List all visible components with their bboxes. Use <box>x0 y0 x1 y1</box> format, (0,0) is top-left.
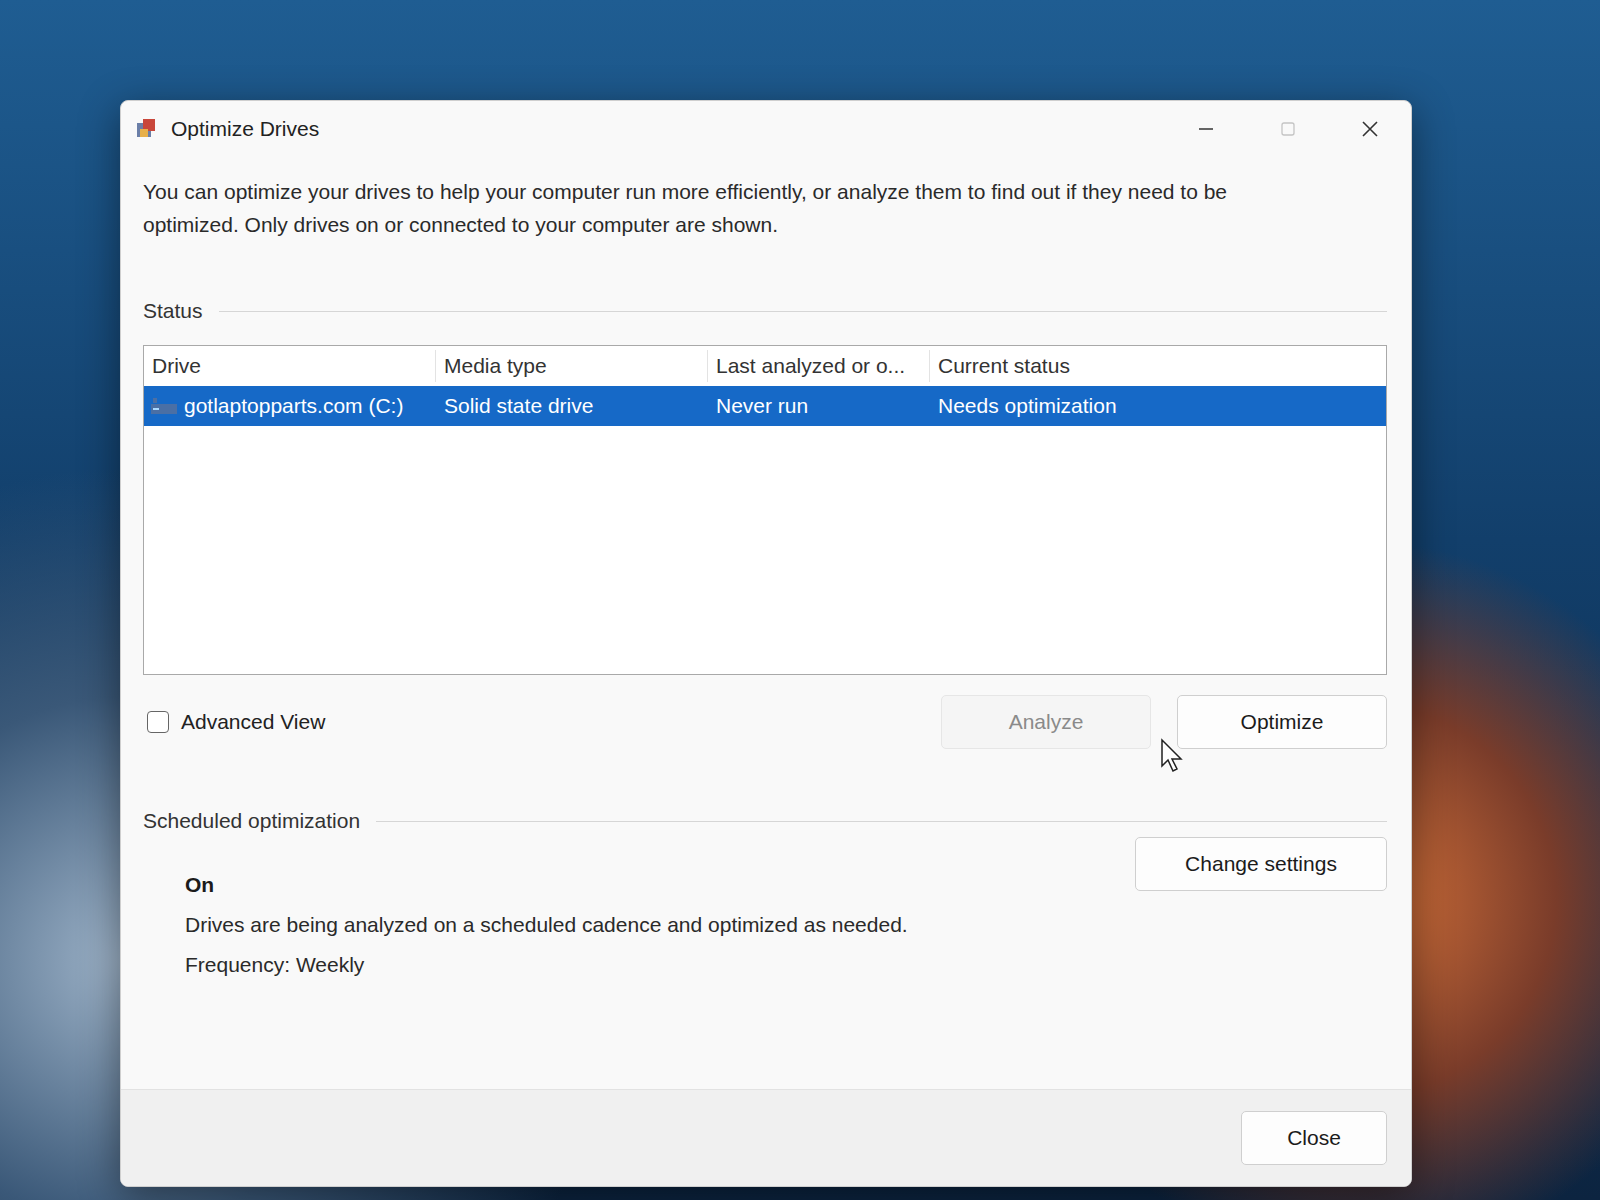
column-header[interactable]: Media type <box>436 350 708 382</box>
defrag-app-icon <box>135 117 159 141</box>
status-label: Status <box>143 299 203 323</box>
drive-icon <box>150 396 178 416</box>
scheduled-label: Scheduled optimization <box>143 809 360 833</box>
column-header[interactable]: Current status <box>930 350 1386 382</box>
column-header[interactable]: Drive <box>144 350 436 382</box>
schedule-description: Drives are being analyzed on a scheduled… <box>185 913 908 937</box>
close-button[interactable]: Close <box>1241 1111 1387 1165</box>
minimize-button[interactable] <box>1165 103 1247 155</box>
mouse-cursor-icon <box>1160 738 1186 774</box>
optimize-drives-window: Optimize Drives You can optimize your dr… <box>120 100 1412 1187</box>
close-button[interactable] <box>1329 103 1411 155</box>
optimize-button[interactable]: Optimize <box>1177 695 1387 749</box>
minimize-icon <box>1196 119 1216 139</box>
advanced-view-checkbox[interactable]: Advanced View <box>143 710 325 734</box>
maximize-button <box>1247 103 1329 155</box>
checkbox-box[interactable] <box>147 711 169 733</box>
schedule-state: On <box>185 873 908 897</box>
footer-bar: Close <box>121 1089 1411 1186</box>
schedule-frequency: Frequency: Weekly <box>185 953 908 977</box>
description-text: You can optimize your drives to help you… <box>143 175 1293 241</box>
drive-list[interactable]: DriveMedia typeLast analyzed or o...Curr… <box>143 345 1387 675</box>
analyze-button: Analyze <box>941 695 1151 749</box>
drive-row[interactable]: gotlaptopparts.com (C:) Solid state driv… <box>144 386 1386 426</box>
title-bar: Optimize Drives <box>121 101 1411 157</box>
close-icon <box>1360 119 1380 139</box>
status-section-header: Status <box>143 299 1387 323</box>
list-header: DriveMedia typeLast analyzed or o...Curr… <box>144 346 1386 386</box>
window-title: Optimize Drives <box>171 117 1153 141</box>
maximize-icon <box>1278 119 1298 139</box>
desktop-wallpaper: Optimize Drives You can optimize your dr… <box>0 0 1600 1200</box>
scheduled-section-header: Scheduled optimization <box>143 809 1387 833</box>
change-settings-button[interactable]: Change settings <box>1135 837 1387 891</box>
column-header[interactable]: Last analyzed or o... <box>708 350 930 382</box>
